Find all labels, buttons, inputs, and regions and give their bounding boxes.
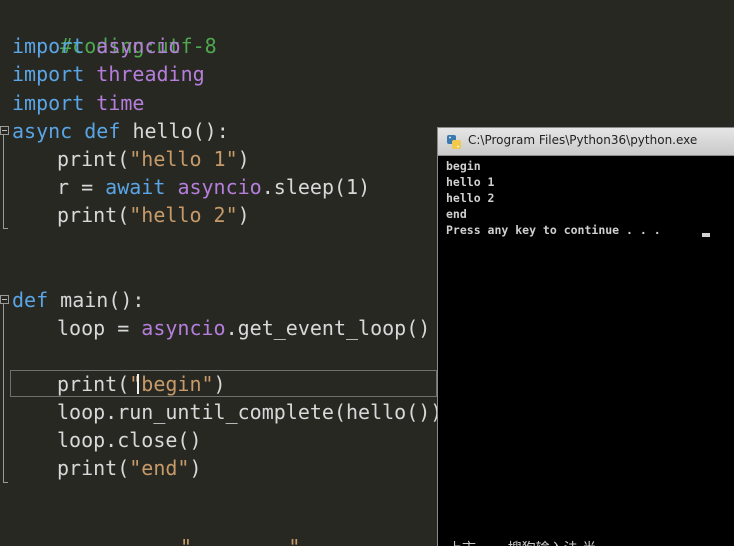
call: .sleep(1) [261,175,371,199]
console-window[interactable]: C:\Program Files\Python36\python.exe beg… [437,127,734,546]
call: .get_event_loop() [225,316,431,340]
code-line[interactable]: def main(): [12,286,144,314]
code-line[interactable]: print("hello 2") [57,201,250,229]
keyword: await [105,175,166,199]
statement: loop.close() [57,428,202,452]
module-name: time [96,91,145,115]
fold-guide [3,135,4,228]
fold-toggle-icon[interactable] [0,295,9,304]
code-line[interactable]: #coding:utf-8 [12,4,217,58]
console-output-line: end [446,207,467,221]
fold-guide-end [3,482,8,483]
keyword: import [12,62,85,86]
console-output-line: hello 2 [446,191,495,205]
paren: ) [237,147,250,171]
keyword: import [12,91,85,115]
console-titlebar[interactable]: C:\Program Files\Python36\python.exe [438,128,734,156]
keyword: async [12,119,73,143]
string-literal: "end" [129,456,190,480]
fold-toggle-icon[interactable] [0,126,9,135]
statement: loop.run_until_complete(hello()) [57,400,443,424]
string-literal: "hello 2" [129,203,238,227]
console-cursor [702,233,710,237]
code-line[interactable]: loop = asyncio.get_event_loop() [57,314,430,342]
python-icon [446,134,462,150]
code-line[interactable]: import time [12,89,144,117]
keyword: def [84,119,121,143]
assignment: loop = [57,316,142,340]
assignment: r = [57,175,106,199]
call: print( [57,203,130,227]
keyword: def [12,288,49,312]
code-line[interactable]: async def hello(): [12,117,229,145]
console-title: C:\Program Files\Python36\python.exe [468,133,698,147]
paren: ) [213,372,226,396]
code-line[interactable]: loop.close() [57,426,202,454]
text-caret [137,374,139,394]
module-name: threading [96,62,205,86]
string-literal: "begin" [129,372,214,396]
code-line[interactable]: import threading [12,60,205,88]
code-line[interactable]: print("begin") [57,370,226,398]
paren: ) [189,456,202,480]
function-signature: hello(): [132,119,229,143]
fold-guide [3,304,4,482]
console-output-line: begin [446,159,481,173]
partial-code-line: " " [180,537,320,545]
call: print( [57,456,130,480]
code-line[interactable]: loop.run_until_complete(hello()) [57,398,442,426]
call: print( [57,147,130,171]
keyword: import [12,34,85,58]
console-output-line: hello 1 [446,175,495,189]
code-line[interactable]: r = await asyncio.sleep(1) [57,173,370,201]
function-signature: main(): [60,288,145,312]
code-line[interactable]: print("hello 1") [57,145,250,173]
console-output-line: Press any key to continue . . . [446,223,661,237]
call: print( [57,372,130,396]
string-literal: "hello 1" [129,147,238,171]
module-name: asyncio [96,34,181,58]
paren: ) [237,203,250,227]
code-line[interactable]: import asyncio [12,32,181,60]
module-name: asyncio [141,316,226,340]
code-line[interactable]: print("end") [57,454,202,482]
module-name: asyncio [177,175,262,199]
fold-guide-end [3,228,8,229]
